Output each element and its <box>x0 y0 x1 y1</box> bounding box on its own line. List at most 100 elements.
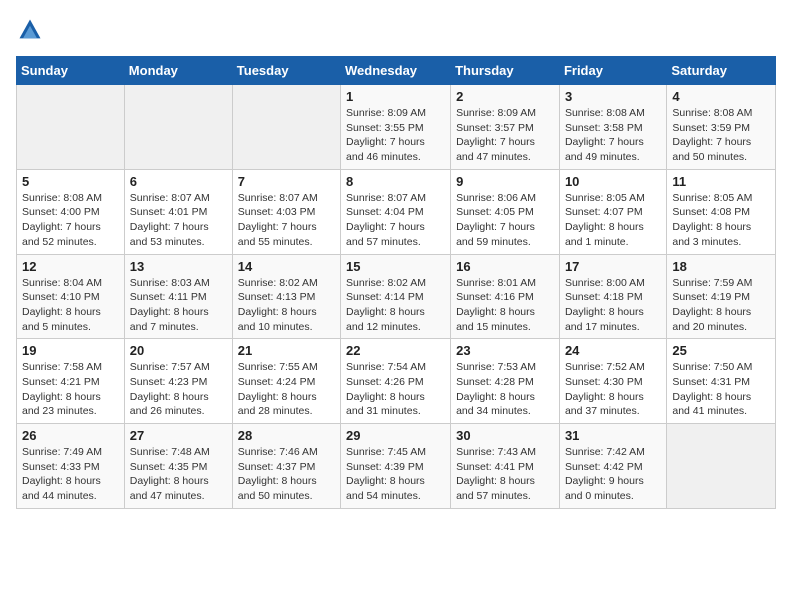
calendar-cell: 27 Sunrise: 7:48 AM Sunset: 4:35 PM Dayli… <box>124 424 232 509</box>
day-info: Sunrise: 8:04 AM Sunset: 4:10 PM Dayligh… <box>22 276 119 335</box>
calendar-cell: 14 Sunrise: 8:02 AM Sunset: 4:13 PM Dayli… <box>232 254 340 339</box>
header-friday: Friday <box>559 57 666 85</box>
day-info: Sunrise: 8:08 AM Sunset: 3:59 PM Dayligh… <box>672 106 770 165</box>
calendar-week-row: 26 Sunrise: 7:49 AM Sunset: 4:33 PM Dayli… <box>17 424 776 509</box>
calendar-week-row: 5 Sunrise: 8:08 AM Sunset: 4:00 PM Daylig… <box>17 169 776 254</box>
header-tuesday: Tuesday <box>232 57 340 85</box>
calendar-week-row: 1 Sunrise: 8:09 AM Sunset: 3:55 PM Daylig… <box>17 85 776 170</box>
day-info: Sunrise: 8:07 AM Sunset: 4:01 PM Dayligh… <box>130 191 227 250</box>
day-number: 7 <box>238 174 335 189</box>
day-number: 12 <box>22 259 119 274</box>
day-number: 3 <box>565 89 661 104</box>
calendar-cell: 28 Sunrise: 7:46 AM Sunset: 4:37 PM Dayli… <box>232 424 340 509</box>
day-number: 20 <box>130 343 227 358</box>
day-number: 1 <box>346 89 445 104</box>
calendar-cell: 31 Sunrise: 7:42 AM Sunset: 4:42 PM Dayli… <box>559 424 666 509</box>
day-info: Sunrise: 8:09 AM Sunset: 3:57 PM Dayligh… <box>456 106 554 165</box>
calendar-cell: 5 Sunrise: 8:08 AM Sunset: 4:00 PM Daylig… <box>17 169 125 254</box>
calendar-cell <box>17 85 125 170</box>
day-info: Sunrise: 7:48 AM Sunset: 4:35 PM Dayligh… <box>130 445 227 504</box>
day-number: 29 <box>346 428 445 443</box>
day-info: Sunrise: 8:09 AM Sunset: 3:55 PM Dayligh… <box>346 106 445 165</box>
header-thursday: Thursday <box>451 57 560 85</box>
calendar-cell <box>124 85 232 170</box>
calendar-cell <box>232 85 340 170</box>
calendar-cell: 6Sunrise: 8:07 AM Sunset: 4:01 PM Daylig… <box>124 169 232 254</box>
calendar-cell: 26 Sunrise: 7:49 AM Sunset: 4:33 PM Dayli… <box>17 424 125 509</box>
day-info: Sunrise: 8:07 AM Sunset: 4:03 PM Dayligh… <box>238 191 335 250</box>
day-number: 28 <box>238 428 335 443</box>
day-number: 17 <box>565 259 661 274</box>
day-number: 30 <box>456 428 554 443</box>
calendar-cell: 9Sunrise: 8:06 AM Sunset: 4:05 PM Daylig… <box>451 169 560 254</box>
calendar-cell: 16Sunrise: 8:01 AM Sunset: 4:16 PM Dayli… <box>451 254 560 339</box>
calendar-cell: 18Sunrise: 7:59 AM Sunset: 4:19 PM Dayli… <box>667 254 776 339</box>
calendar-cell: 24 Sunrise: 7:52 AM Sunset: 4:30 PM Dayli… <box>559 339 666 424</box>
day-info: Sunrise: 8:05 AM Sunset: 4:07 PM Dayligh… <box>565 191 661 250</box>
day-info: Sunrise: 7:42 AM Sunset: 4:42 PM Dayligh… <box>565 445 661 504</box>
day-number: 9 <box>456 174 554 189</box>
calendar-cell: 13 Sunrise: 8:03 AM Sunset: 4:11 PM Dayli… <box>124 254 232 339</box>
calendar-cell <box>667 424 776 509</box>
day-info: Sunrise: 7:54 AM Sunset: 4:26 PM Dayligh… <box>346 360 445 419</box>
page-header <box>16 16 776 44</box>
day-info: Sunrise: 7:57 AM Sunset: 4:23 PM Dayligh… <box>130 360 227 419</box>
day-info: Sunrise: 7:50 AM Sunset: 4:31 PM Dayligh… <box>672 360 770 419</box>
day-info: Sunrise: 7:52 AM Sunset: 4:30 PM Dayligh… <box>565 360 661 419</box>
calendar-cell: 12 Sunrise: 8:04 AM Sunset: 4:10 PM Dayli… <box>17 254 125 339</box>
day-info: Sunrise: 8:08 AM Sunset: 4:00 PM Dayligh… <box>22 191 119 250</box>
day-info: Sunrise: 7:45 AM Sunset: 4:39 PM Dayligh… <box>346 445 445 504</box>
day-number: 4 <box>672 89 770 104</box>
calendar-week-row: 12 Sunrise: 8:04 AM Sunset: 4:10 PM Dayli… <box>17 254 776 339</box>
day-number: 2 <box>456 89 554 104</box>
day-info: Sunrise: 7:53 AM Sunset: 4:28 PM Dayligh… <box>456 360 554 419</box>
calendar-cell: 1 Sunrise: 8:09 AM Sunset: 3:55 PM Daylig… <box>341 85 451 170</box>
header-saturday: Saturday <box>667 57 776 85</box>
calendar-header-row: SundayMondayTuesdayWednesdayThursdayFrid… <box>17 57 776 85</box>
day-number: 14 <box>238 259 335 274</box>
calendar-cell: 29 Sunrise: 7:45 AM Sunset: 4:39 PM Dayli… <box>341 424 451 509</box>
day-number: 22 <box>346 343 445 358</box>
header-monday: Monday <box>124 57 232 85</box>
day-number: 11 <box>672 174 770 189</box>
calendar-cell: 19Sunrise: 7:58 AM Sunset: 4:21 PM Dayli… <box>17 339 125 424</box>
day-number: 24 <box>565 343 661 358</box>
day-number: 19 <box>22 343 119 358</box>
day-info: Sunrise: 7:46 AM Sunset: 4:37 PM Dayligh… <box>238 445 335 504</box>
calendar-cell: 4 Sunrise: 8:08 AM Sunset: 3:59 PM Daylig… <box>667 85 776 170</box>
day-info: Sunrise: 7:49 AM Sunset: 4:33 PM Dayligh… <box>22 445 119 504</box>
calendar-table: SundayMondayTuesdayWednesdayThursdayFrid… <box>16 56 776 509</box>
day-info: Sunrise: 8:02 AM Sunset: 4:14 PM Dayligh… <box>346 276 445 335</box>
day-number: 31 <box>565 428 661 443</box>
calendar-cell: 10 Sunrise: 8:05 AM Sunset: 4:07 PM Dayli… <box>559 169 666 254</box>
header-wednesday: Wednesday <box>341 57 451 85</box>
calendar-cell: 23 Sunrise: 7:53 AM Sunset: 4:28 PM Dayli… <box>451 339 560 424</box>
day-number: 15 <box>346 259 445 274</box>
day-number: 10 <box>565 174 661 189</box>
day-info: Sunrise: 8:07 AM Sunset: 4:04 PM Dayligh… <box>346 191 445 250</box>
day-info: Sunrise: 8:03 AM Sunset: 4:11 PM Dayligh… <box>130 276 227 335</box>
day-number: 5 <box>22 174 119 189</box>
day-number: 27 <box>130 428 227 443</box>
day-number: 23 <box>456 343 554 358</box>
calendar-cell: 17 Sunrise: 8:00 AM Sunset: 4:18 PM Dayli… <box>559 254 666 339</box>
day-number: 18 <box>672 259 770 274</box>
logo <box>16 16 48 44</box>
day-number: 16 <box>456 259 554 274</box>
day-number: 13 <box>130 259 227 274</box>
day-info: Sunrise: 8:08 AM Sunset: 3:58 PM Dayligh… <box>565 106 661 165</box>
calendar-cell: 21Sunrise: 7:55 AM Sunset: 4:24 PM Dayli… <box>232 339 340 424</box>
calendar-cell: 3 Sunrise: 8:08 AM Sunset: 3:58 PM Daylig… <box>559 85 666 170</box>
day-info: Sunrise: 8:02 AM Sunset: 4:13 PM Dayligh… <box>238 276 335 335</box>
calendar-cell: 30Sunrise: 7:43 AM Sunset: 4:41 PM Dayli… <box>451 424 560 509</box>
day-info: Sunrise: 8:00 AM Sunset: 4:18 PM Dayligh… <box>565 276 661 335</box>
calendar-cell: 25 Sunrise: 7:50 AM Sunset: 4:31 PM Dayli… <box>667 339 776 424</box>
calendar-cell: 2 Sunrise: 8:09 AM Sunset: 3:57 PM Daylig… <box>451 85 560 170</box>
day-number: 26 <box>22 428 119 443</box>
calendar-cell: 8Sunrise: 8:07 AM Sunset: 4:04 PM Daylig… <box>341 169 451 254</box>
header-sunday: Sunday <box>17 57 125 85</box>
day-info: Sunrise: 8:05 AM Sunset: 4:08 PM Dayligh… <box>672 191 770 250</box>
calendar-cell: 15 Sunrise: 8:02 AM Sunset: 4:14 PM Dayli… <box>341 254 451 339</box>
day-info: Sunrise: 7:55 AM Sunset: 4:24 PM Dayligh… <box>238 360 335 419</box>
day-number: 25 <box>672 343 770 358</box>
